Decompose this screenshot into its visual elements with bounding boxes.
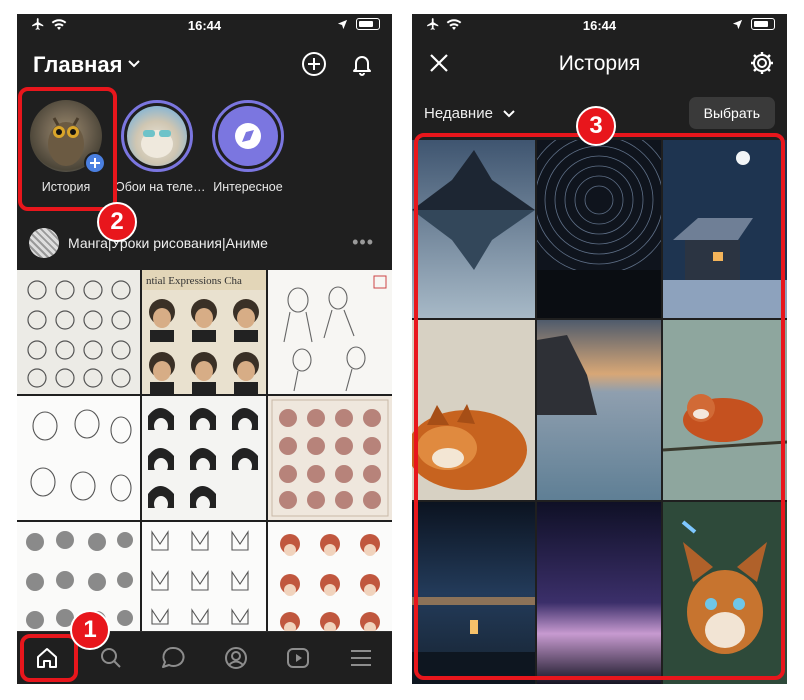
status-bar: 16:44 [17,14,392,38]
post-author[interactable]: Манга|Уроки рисования|Аниме [68,235,268,251]
search-icon[interactable] [98,645,124,671]
post-image[interactable] [142,396,266,520]
story-avatar [212,100,284,172]
profile-icon[interactable] [223,645,249,671]
post-image[interactable] [268,270,392,394]
post-header: Манга|Уроки рисования|Аниме ••• [17,226,392,260]
avatar[interactable] [29,228,59,258]
story-wallpapers[interactable]: Обои на теле… [115,98,206,194]
story-label: История [41,180,91,194]
battery-icon [356,18,380,30]
left-screen: 16:44 Главная История Обои на теле… Инте… [17,14,392,684]
clock: 16:44 [187,18,222,33]
photo-red-panda[interactable] [663,320,787,500]
album-label: Недавние [424,105,493,122]
story-interesting[interactable]: Интересное [206,98,290,194]
post-image[interactable] [142,522,266,634]
messages-icon[interactable] [160,645,186,671]
page-title: История [558,52,641,75]
photo-star-trails[interactable] [537,140,661,318]
location-icon [337,19,348,29]
story-my-story[interactable]: История [24,98,108,194]
clock: 16:44 [582,18,617,33]
story-label: Обои на теле… [115,180,206,194]
add-story-icon[interactable] [84,152,106,174]
more-icon[interactable]: ••• [352,232,374,253]
post-image[interactable]: ntial Expressions Cha [142,270,266,394]
photo-lantern-lake[interactable] [412,502,535,684]
gear-icon[interactable] [749,50,775,76]
location-icon [732,19,743,29]
home-icon[interactable] [34,645,60,671]
post-image[interactable] [268,522,392,634]
photo-sleeping-fox[interactable] [412,320,535,500]
step-badge-3: 3 [576,106,616,146]
compass-icon [235,123,261,149]
step-badge-2: 2 [97,202,137,242]
story-avatar [30,100,106,174]
stories-row: История Обои на теле… Интересное [17,98,392,208]
chevron-down-icon[interactable] [128,60,140,68]
photo-night-gradient[interactable] [537,502,661,684]
album-dropdown[interactable]: Недавние [424,105,515,122]
menu-icon[interactable] [348,645,374,671]
chevron-down-icon [503,110,515,118]
status-bar: 16:44 [412,14,787,38]
bell-icon[interactable] [348,50,376,78]
cat-sunglasses-image [141,130,173,158]
post-image[interactable] [17,270,140,394]
post-image[interactable] [17,396,140,520]
post-image[interactable] [268,396,392,520]
photo-fox-art[interactable] [663,502,787,684]
page-title[interactable]: Главная [33,52,122,78]
add-circle-icon[interactable] [300,50,328,78]
home-header: Главная [17,44,392,84]
select-button[interactable]: Выбрать [688,97,775,129]
video-icon[interactable] [285,645,311,671]
photo-mountain-lake[interactable] [412,140,535,318]
story-label: Интересное [213,180,283,194]
photo-coast-sunset[interactable] [537,320,661,500]
story-header: История [412,44,787,84]
photo-snowy-cabin[interactable] [663,140,787,318]
story-avatar [121,100,193,172]
step-badge-1: 1 [70,610,110,650]
post-image-grid: ntial Expressions Cha [17,270,392,634]
battery-icon [751,18,775,30]
photo-grid [412,140,787,684]
svg-text:ntial Expressions Cha: ntial Expressions Cha [146,275,242,287]
